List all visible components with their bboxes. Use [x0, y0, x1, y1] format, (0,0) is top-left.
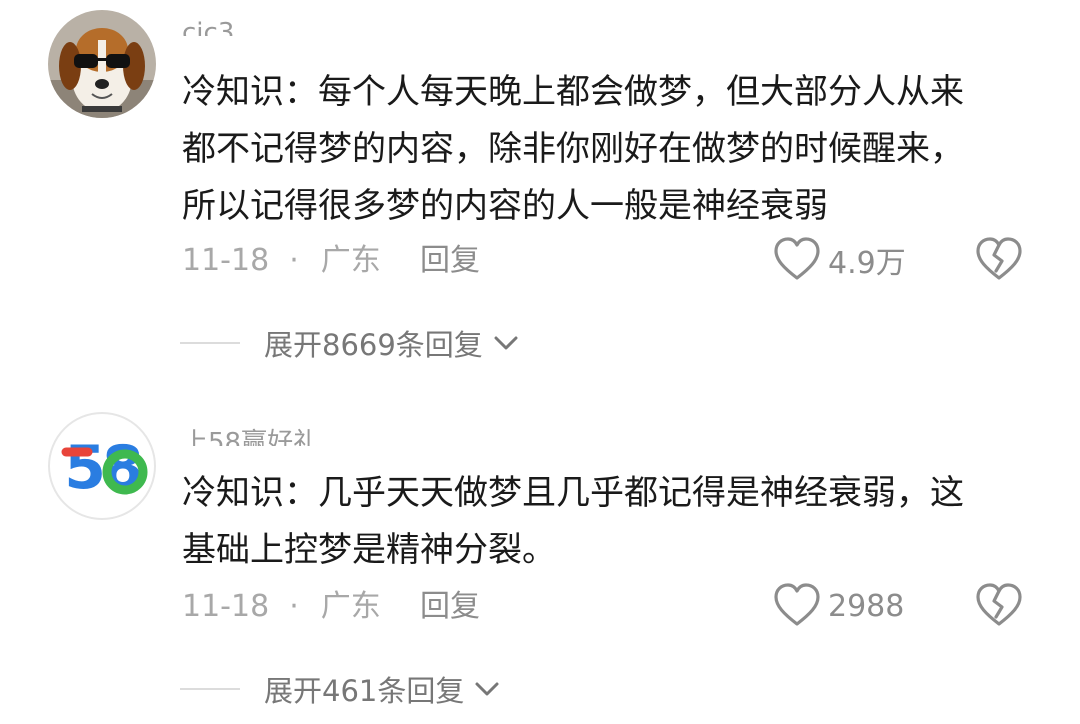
avatar[interactable]: 58: [48, 412, 156, 520]
dislike-button[interactable]: [974, 235, 1024, 285]
reply-button[interactable]: 回复: [420, 589, 480, 625]
comment-location: 广东: [320, 243, 381, 278]
comment-date: 11-18: [182, 243, 270, 278]
broken-heart-icon: [976, 237, 1022, 280]
divider-line: [180, 688, 240, 690]
dislike-button[interactable]: [974, 581, 1024, 631]
expand-replies[interactable]: 展开461条回复: [180, 668, 502, 710]
username[interactable]: cic3: [182, 18, 234, 36]
comment-text: 冷知识：每个人每天晚上都会做梦，但大部分人从来 都不记得梦的内容，除非你刚好在做…: [182, 64, 1032, 235]
comment-text-line: 都不记得梦的内容，除非你刚好在做梦的时候醒来，: [182, 129, 964, 169]
divider-line: [180, 342, 240, 344]
chevron-down-icon: [494, 336, 518, 350]
expand-replies[interactable]: 展开8669条回复: [180, 322, 521, 364]
comment-meta: 11-18 · 广东 回复: [182, 243, 480, 279]
like-button[interactable]: 4.9万: [772, 235, 906, 285]
comment-text-line: 基础上控梦是精神分裂。: [182, 530, 556, 570]
comment-text-line: 冷知识：几乎天天做梦且几乎都记得是神经衰弱，这: [182, 473, 964, 513]
comment-location: 广东: [320, 589, 381, 624]
comment-text-line: 冷知识：每个人每天晚上都会做梦，但大部分人从来: [182, 72, 964, 112]
meta-separator: ·: [289, 243, 299, 278]
like-count: 2988: [828, 588, 905, 624]
like-button[interactable]: 2988: [772, 581, 904, 631]
meta-separator: ·: [289, 589, 299, 624]
dog-avatar-image: [48, 10, 156, 118]
reply-button[interactable]: 回复: [420, 243, 480, 279]
heart-outline-icon: [774, 583, 820, 626]
comment-text-line: 所以记得很多梦的内容的人一般是神经衰弱: [182, 186, 828, 226]
like-count: 4.9万: [828, 246, 906, 281]
chevron-down-icon: [475, 682, 499, 696]
comment-text: 冷知识：几乎天天做梦且几乎都记得是神经衰弱，这 基础上控梦是精神分裂。: [182, 465, 1032, 579]
comment-meta: 11-18 · 广东 回复: [182, 589, 480, 625]
app-logo-avatar: 58: [48, 412, 156, 520]
broken-heart-icon: [976, 583, 1022, 626]
username[interactable]: 上58赢好礼: [182, 428, 319, 446]
avatar[interactable]: [48, 10, 156, 118]
expand-replies-label: 展开8669条回复: [264, 328, 483, 362]
expand-replies-label: 展开461条回复: [264, 674, 465, 708]
heart-outline-icon: [774, 237, 820, 280]
comment-date: 11-18: [182, 589, 270, 624]
